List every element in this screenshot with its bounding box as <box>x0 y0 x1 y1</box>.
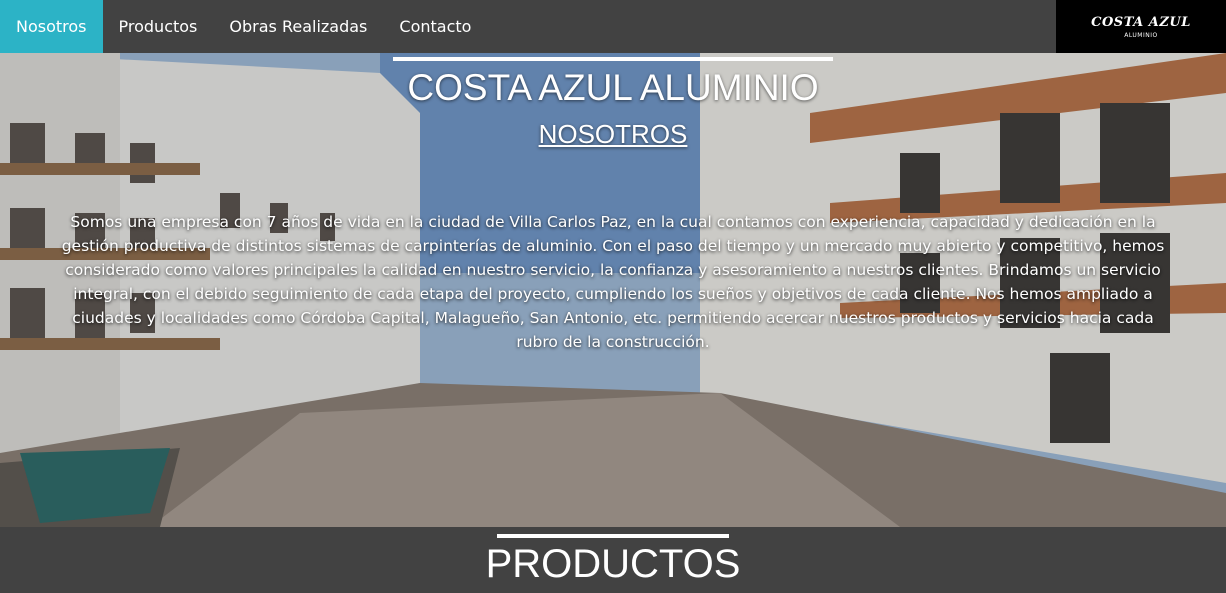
brand-logo[interactable]: COSTA AZUL ALUMINIO <box>1056 0 1226 53</box>
logo-sub-text: ALUMINIO <box>1124 31 1158 39</box>
products-section: PRODUCTOS <box>0 527 1226 593</box>
products-title: PRODUCTOS <box>485 542 741 586</box>
nav-item-nosotros[interactable]: Nosotros <box>0 0 103 53</box>
nav-item-productos[interactable]: Productos <box>103 0 214 53</box>
logo-main-text: COSTA AZUL <box>1091 14 1191 30</box>
top-navbar: Nosotros Productos Obras Realizadas Cont… <box>0 0 1226 53</box>
hero-subtitle: NOSOTROS <box>538 119 688 149</box>
about-paragraph: Somos una empresa con 7 años de vida en … <box>61 213 1165 351</box>
hero-title-rule <box>393 57 833 61</box>
hero-section: COSTA AZUL ALUMINIO NOSOTROS Somos una e… <box>0 53 1226 527</box>
hero-content: COSTA AZUL ALUMINIO NOSOTROS Somos una e… <box>0 53 1226 354</box>
products-title-rule <box>497 534 729 538</box>
hero-title: COSTA AZUL ALUMINIO <box>407 67 819 108</box>
nav-item-obras-realizadas[interactable]: Obras Realizadas <box>213 0 383 53</box>
nav-item-contacto[interactable]: Contacto <box>383 0 487 53</box>
